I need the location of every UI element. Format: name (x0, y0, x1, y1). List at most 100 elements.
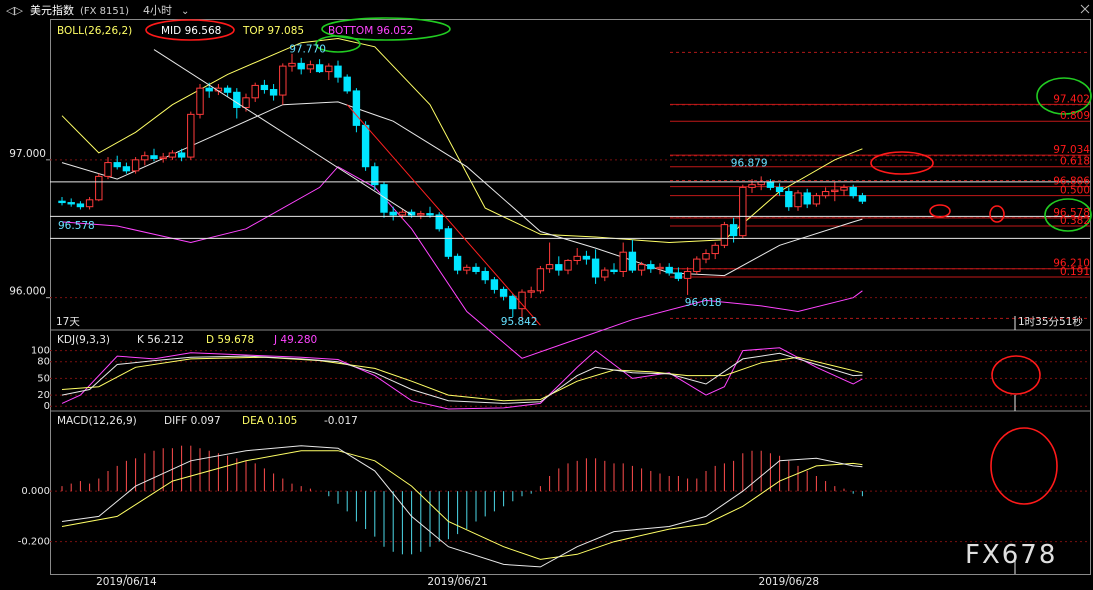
candle-body (417, 213, 425, 216)
candle-body (463, 266, 471, 271)
candle-body (223, 87, 232, 93)
kdj-j-label: J 49.280 (273, 334, 317, 346)
macd-dea-label: DEA 0.105 (242, 415, 297, 427)
macd-tick-label: -0.200 (18, 537, 50, 548)
price-extreme-label: 95.842 (501, 316, 538, 328)
macd-legend: MACD(12,26,9) DIFF 0.097 DEA 0.105 -0.01… (57, 415, 358, 427)
candle-body (527, 290, 535, 293)
nav-arrows[interactable]: ◁▷ (6, 4, 23, 17)
kdj-tick-label: 100 (31, 346, 50, 357)
candle-body (490, 279, 499, 290)
candle-body (674, 272, 683, 279)
boll-top-label: TOP 97.085 (242, 25, 304, 37)
kdj-d-line (61, 356, 863, 402)
annotation-ellipse-dip1 (929, 204, 951, 218)
watermark: FX678 (965, 540, 1057, 570)
candle-body (85, 199, 94, 208)
instrument-code: (FX 8151) (80, 6, 129, 17)
kdj-tick-label: 50 (37, 373, 50, 384)
period-dropdown-icon[interactable]: ⌄ (181, 6, 189, 17)
candle-body (509, 295, 517, 310)
macd-diff-label: DIFF 0.097 (164, 415, 221, 427)
candle-body (361, 124, 370, 168)
candle-body (775, 186, 784, 193)
candle-body (95, 175, 103, 201)
candle-body (233, 91, 241, 108)
candle-body (205, 87, 213, 92)
candle-body (858, 195, 867, 202)
x-tick-label: 2019/06/14 (96, 576, 157, 588)
candle-body (315, 64, 324, 73)
candle-body (435, 214, 443, 230)
candle-body (693, 258, 701, 272)
candle-body (831, 189, 839, 193)
candle-body (159, 156, 167, 159)
candle-body (177, 152, 186, 158)
fibonacci-layer (670, 51, 1090, 319)
price-tick-label: 97.000 (9, 148, 46, 160)
candle-body (637, 264, 646, 271)
candle-body (683, 270, 692, 279)
candle-body (279, 65, 287, 96)
kdj-indicator-label[interactable]: KDJ(9,3,3) (57, 334, 110, 346)
candle-body (168, 152, 177, 158)
macd-indicator-label[interactable]: MACD(12,26,9) (57, 415, 137, 427)
fib-level-label: 0.191 (1060, 266, 1090, 278)
candle-body (720, 224, 729, 246)
candle-body (187, 113, 195, 158)
fib-level-label: 0.382 (1060, 215, 1090, 227)
candle-body (288, 62, 296, 67)
candle-body (582, 255, 591, 260)
grid-layer (46, 159, 1090, 578)
annotation-layer (50, 17, 1092, 574)
candle-body (306, 64, 315, 70)
candle-body (481, 270, 489, 281)
candle-body (352, 90, 361, 126)
candle-body (150, 155, 158, 159)
annotation-ellipse-dip2 (989, 205, 1005, 223)
candle-body (555, 264, 563, 271)
candle-body (849, 186, 857, 197)
candle-body (472, 266, 480, 272)
candle-body (131, 159, 140, 172)
candle-body (729, 224, 738, 237)
candle-body (545, 264, 554, 270)
kdj-tick-label: 0 (44, 401, 50, 412)
title-bar: ◁▷ 美元指数 (FX 8151) 4小时 ⌄ (6, 3, 1090, 17)
candle-body (104, 162, 112, 177)
candle-body (794, 192, 802, 208)
boll-indicator-label[interactable]: BOLL(26,26,2) (57, 25, 132, 37)
candle-body (711, 244, 719, 255)
candle-body (141, 155, 149, 161)
candle-body (113, 162, 121, 168)
annotation-ellipse-macd (990, 427, 1058, 505)
x-tick-label: 2019/06/21 (427, 576, 488, 588)
candle-body (610, 269, 618, 272)
candle-body (619, 251, 627, 272)
trendline-red (346, 104, 541, 326)
candle-body (766, 181, 775, 188)
candle-body (260, 84, 269, 91)
candle-body (821, 191, 830, 197)
kdj-k-label: K 56.212 (137, 334, 184, 346)
candle-body (739, 186, 747, 237)
candle-body (251, 84, 259, 99)
candle-body (665, 266, 673, 274)
period-selector[interactable]: 4小时 (143, 4, 172, 17)
candle-body (334, 65, 342, 78)
price-extreme-label: 96.018 (685, 297, 722, 309)
chart-canvas[interactable]: ◁▷ 美元指数 (FX 8151) 4小时 ⌄ BOLL(26,26,2) MI… (0, 0, 1093, 590)
macd-tick-label: 0.000 (21, 486, 50, 497)
candle-body (389, 211, 397, 216)
candle-body (297, 62, 305, 70)
candle-body (647, 264, 655, 270)
candle-body (591, 258, 600, 278)
macd-value-label: -0.017 (324, 415, 358, 427)
boll-bottom-label: BOTTOM 96.052 (328, 25, 413, 37)
kdj-legend: KDJ(9,3,3) K 56.212 D 59.678 J 49.280 (57, 334, 317, 346)
price-extreme-label: 96.879 (731, 158, 768, 170)
candle-body (398, 211, 407, 216)
candle-body (840, 186, 848, 191)
candle-body (803, 192, 811, 205)
candle-body (196, 87, 204, 115)
